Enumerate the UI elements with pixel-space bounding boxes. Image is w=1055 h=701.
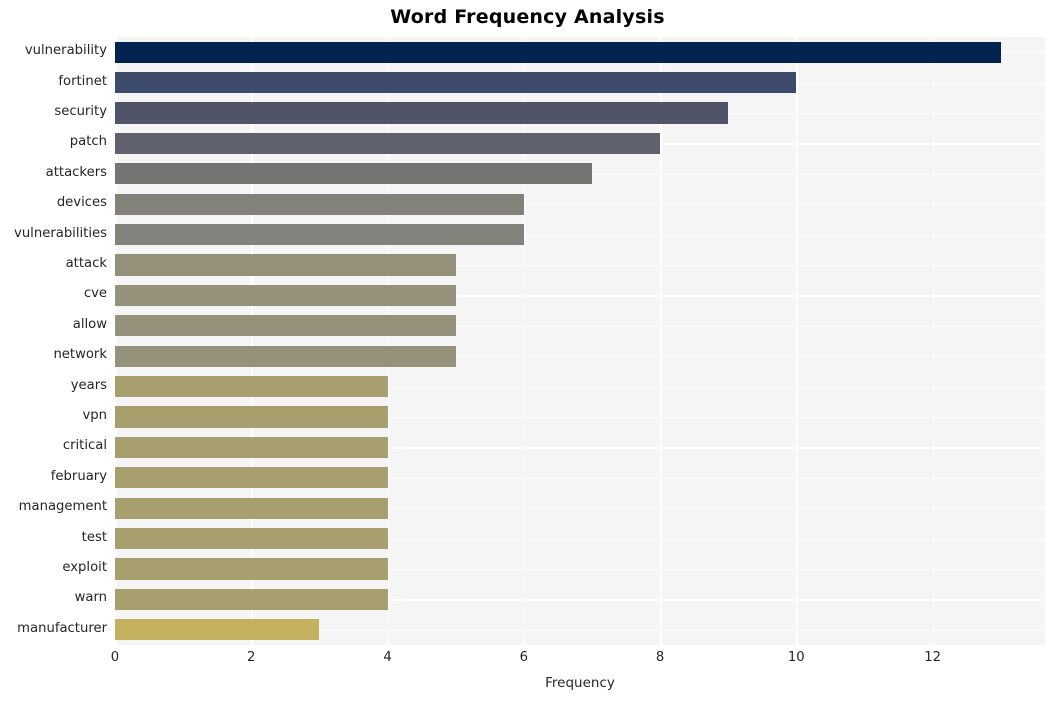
gridline-x-10	[796, 37, 798, 645]
bar	[115, 406, 388, 428]
y-tick-label: fortinet	[58, 73, 107, 89]
x-tick-label: 12	[924, 650, 941, 665]
y-tick-label: vulnerability	[24, 43, 107, 59]
bar	[115, 223, 524, 246]
y-tick-label: management	[18, 499, 107, 515]
bar	[115, 588, 388, 611]
y-tick-label: vpn	[82, 408, 107, 423]
bar	[115, 436, 388, 459]
x-tick-label: 8	[655, 650, 665, 665]
y-tick-label: security	[54, 104, 107, 119]
x-axis-tick-labels: 0 2 4 6 8 10 12	[0, 650, 1055, 674]
bar	[115, 558, 388, 580]
bar	[115, 619, 320, 641]
x-tick-label: 2	[247, 650, 256, 665]
bar	[115, 284, 456, 307]
bar	[115, 467, 388, 489]
bar	[115, 132, 661, 155]
bar	[115, 71, 797, 94]
y-axis-tick-labels: vulnerability fortinet security patch attack…	[0, 37, 107, 645]
chart-figure: Word Frequency Analysis vulnerability for…	[0, 0, 1055, 701]
gridline-x-2	[251, 37, 253, 645]
x-axis-title: Frequency	[545, 675, 615, 691]
bar	[115, 527, 388, 550]
bar	[115, 345, 456, 367]
x-tick-label: 10	[787, 650, 805, 665]
y-tick-label: critical	[62, 438, 107, 454]
y-tick-label: attack	[65, 256, 107, 271]
y-tick-label: allow	[72, 316, 107, 332]
y-tick-label: network	[53, 347, 107, 363]
x-tick-label: 6	[519, 650, 528, 665]
chart-title: Word Frequency Analysis	[390, 6, 665, 28]
y-tick-label: attackers	[45, 164, 107, 180]
gridline-x-8	[660, 37, 662, 645]
x-tick-label: 0	[110, 650, 120, 665]
y-tick-label: warn	[74, 590, 107, 606]
y-tick-label: years	[70, 377, 107, 393]
bar	[115, 163, 592, 185]
bar	[115, 102, 729, 124]
bar	[115, 41, 1001, 63]
y-tick-label: february	[50, 468, 107, 484]
y-tick-label: patch	[69, 134, 107, 150]
bar	[115, 375, 388, 398]
gridline-x-6	[523, 37, 526, 645]
gridline-x-4	[387, 37, 390, 645]
bar	[115, 497, 388, 519]
y-tick-label: cve	[83, 286, 107, 302]
y-tick-label: exploit	[62, 560, 107, 575]
bar	[115, 193, 524, 215]
bar	[115, 315, 456, 337]
y-tick-label: vulnerabilities	[14, 225, 107, 241]
gridline-x-0	[115, 37, 117, 645]
x-tick-label: 4	[383, 650, 392, 665]
bar	[115, 254, 456, 276]
y-tick-label: test	[81, 529, 107, 545]
gridline-x-12	[932, 37, 935, 645]
plot-area	[115, 37, 1045, 645]
y-tick-label: manufacturer	[17, 620, 107, 636]
y-tick-label: devices	[56, 195, 107, 211]
